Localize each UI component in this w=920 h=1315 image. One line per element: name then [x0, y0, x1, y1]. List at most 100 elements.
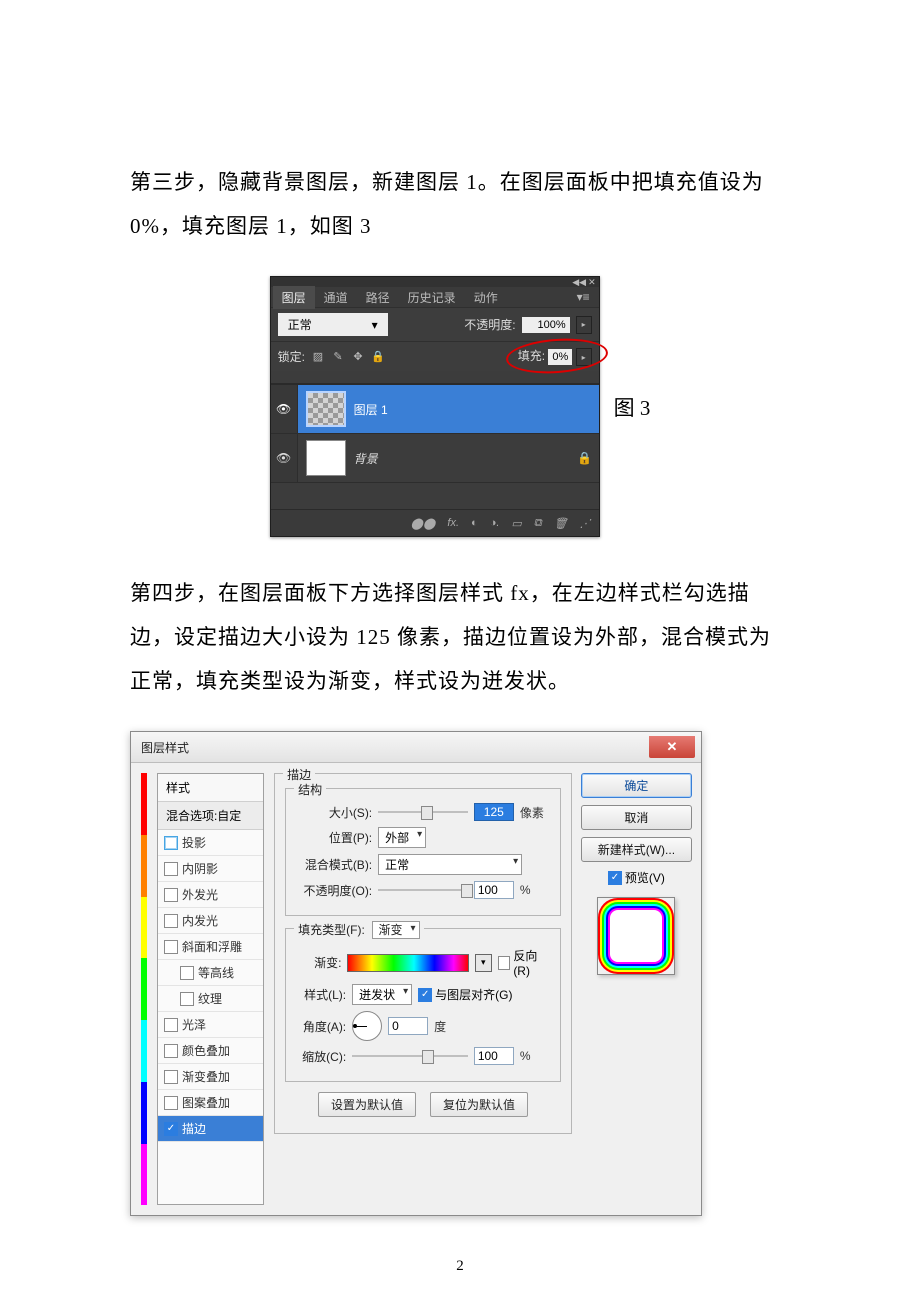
position-select[interactable]: 外部: [378, 827, 426, 848]
dialog-title: 图层样式: [141, 739, 189, 756]
group-icon[interactable]: ▭: [511, 517, 521, 530]
style-item-inner-shadow[interactable]: ✓内阴影: [158, 856, 263, 882]
ok-button[interactable]: 确定: [581, 773, 692, 798]
size-label: 大小(S):: [296, 804, 372, 821]
lock-move-icon[interactable]: ✥: [351, 350, 365, 363]
scale-label: 缩放(C):: [296, 1048, 346, 1065]
filltype-select[interactable]: 渐变: [372, 921, 420, 939]
style-select[interactable]: 迸发状: [352, 984, 412, 1005]
cancel-button[interactable]: 取消: [581, 805, 692, 830]
layer-thumb[interactable]: [306, 391, 346, 427]
preview-checkbox[interactable]: ✓预览(V): [608, 869, 665, 886]
layer-name[interactable]: 图层 1: [354, 401, 599, 418]
rainbow-edge: [141, 773, 147, 1205]
mask-icon[interactable]: ◐: [471, 517, 478, 529]
style-item-stroke[interactable]: ✓描边: [158, 1116, 263, 1142]
fill-arrow-icon[interactable]: ▸: [576, 348, 592, 366]
layer-thumb[interactable]: [306, 440, 346, 476]
fill-label: 填充:: [518, 349, 545, 363]
angle-input[interactable]: 0: [388, 1017, 428, 1035]
scale-field: 缩放(C): 100 %: [296, 1047, 550, 1065]
new-layer-icon[interactable]: ⧉: [534, 517, 542, 530]
blendmode-field: 混合模式(B): 正常: [296, 854, 550, 875]
layer-row-layer1[interactable]: 👁 图层 1: [271, 385, 599, 434]
scale-input[interactable]: 100: [474, 1047, 514, 1065]
set-default-button[interactable]: 设置为默认值: [318, 1092, 416, 1117]
position-label: 位置(P):: [296, 829, 372, 846]
visibility-eye-icon[interactable]: 👁: [276, 402, 291, 416]
opacity-arrow-icon[interactable]: ▸: [576, 316, 592, 334]
tab-paths[interactable]: 路径: [357, 286, 399, 309]
tab-channels[interactable]: 通道: [315, 286, 357, 309]
trash-icon[interactable]: 🗑: [554, 517, 568, 530]
angle-dial[interactable]: [352, 1011, 382, 1041]
reset-default-button[interactable]: 复位为默认值: [430, 1092, 528, 1117]
page-number: 2: [130, 1258, 790, 1275]
style-field: 样式(L): 迸发状 ✓与图层对齐(G): [296, 984, 550, 1005]
fill-highlight: 填充: 0% ▸: [518, 347, 592, 366]
layer-row-background[interactable]: 👁 背景 🔒: [271, 434, 599, 483]
fill-type-group: 填充类型(F): 渐变 渐变: ▾ ✓反向(R): [285, 928, 561, 1082]
stroke-structure-group: 描边 结构 大小(S): 125 像素 位置(P): 外部: [274, 773, 572, 1134]
opacity-input[interactable]: 100: [474, 881, 514, 899]
dialog-right-column: 确定 取消 新建样式(W)... ✓预览(V): [582, 773, 691, 975]
tab-layers[interactable]: 图层: [273, 286, 315, 309]
lock-fill-row: 锁定: ▨ ✎ ✥ 🔒 填充: 0% ▸: [271, 341, 599, 371]
size-unit: 像素: [520, 804, 550, 821]
style-preview: [597, 897, 675, 975]
style-item-texture[interactable]: ✓纹理: [158, 986, 263, 1012]
figure-layerstyle-wrap: 图层样式 ✕ 样式 混合选项:自定 ✓投影 ✓内阴影 ✓外发光 ✓内发光 ✓斜面…: [130, 731, 790, 1216]
style-item-outer-glow[interactable]: ✓外发光: [158, 882, 263, 908]
lock-transparency-icon[interactable]: ▨: [311, 350, 325, 363]
collapse-icon[interactable]: ◀◀: [572, 277, 586, 288]
opacity-value[interactable]: 100%: [522, 317, 570, 333]
gradient-field: 渐变: ▾ ✓反向(R): [296, 947, 550, 978]
blendmode-select[interactable]: 正常: [378, 854, 522, 875]
panel-menu-icon[interactable]: ▾≡: [568, 287, 599, 307]
lock-paint-icon[interactable]: ✎: [331, 350, 345, 363]
angle-unit: 度: [434, 1018, 464, 1035]
visibility-eye-icon[interactable]: 👁: [276, 451, 291, 465]
angle-field: 角度(A): 0 度: [296, 1011, 550, 1041]
style-item-contour[interactable]: ✓等高线: [158, 960, 263, 986]
lock-icons[interactable]: ▨ ✎ ✥ 🔒: [311, 350, 385, 363]
opacity-unit: %: [520, 883, 550, 897]
style-item-bevel[interactable]: ✓斜面和浮雕: [158, 934, 263, 960]
gradient-dropdown-icon[interactable]: ▾: [475, 954, 492, 972]
layers-panel: ◀◀ ✕ 图层 通道 路径 历史记录 动作 ▾≡ 正常▾ 不透明度: 100% …: [270, 276, 600, 537]
gradient-swatch[interactable]: [347, 954, 469, 972]
align-checkbox[interactable]: ✓与图层对齐(G): [418, 986, 512, 1003]
panel-status-bar: ⬤⬤ fx. ◐ ◑. ▭ ⧉ 🗑 ⋰: [271, 509, 599, 536]
new-style-button[interactable]: 新建样式(W)...: [581, 837, 692, 862]
panel-tabs: 图层 通道 路径 历史记录 动作 ▾≡: [271, 287, 599, 307]
style-item-drop-shadow[interactable]: ✓投影: [158, 830, 263, 856]
style-item-color-overlay[interactable]: ✓颜色叠加: [158, 1038, 263, 1064]
adjust-icon[interactable]: ◑.: [490, 517, 500, 529]
tab-actions[interactable]: 动作: [465, 286, 507, 309]
style-item-inner-glow[interactable]: ✓内发光: [158, 908, 263, 934]
style-item-pattern-overlay[interactable]: ✓图案叠加: [158, 1090, 263, 1116]
blend-mode-select[interactable]: 正常▾: [278, 313, 388, 336]
close-button[interactable]: ✕: [649, 736, 695, 758]
lock-label: 锁定:: [278, 348, 305, 365]
figure-3-row: ◀◀ ✕ 图层 通道 路径 历史记录 动作 ▾≡ 正常▾ 不透明度: 100% …: [130, 276, 790, 537]
blend-options-head[interactable]: 混合选项:自定: [158, 802, 263, 830]
tab-history[interactable]: 历史记录: [399, 286, 465, 309]
link-layers-icon[interactable]: ⬤⬤: [411, 517, 436, 530]
blendmode-label: 混合模式(B):: [296, 856, 372, 873]
lock-all-icon[interactable]: 🔒: [371, 350, 385, 363]
size-slider[interactable]: [378, 811, 468, 813]
close-icon[interactable]: ✕: [588, 277, 596, 288]
reverse-checkbox[interactable]: ✓反向(R): [498, 947, 550, 978]
styles-head[interactable]: 样式: [158, 774, 263, 802]
fill-value[interactable]: 0%: [548, 349, 572, 365]
style-item-satin[interactable]: ✓光泽: [158, 1012, 263, 1038]
size-input[interactable]: 125: [474, 803, 514, 821]
resize-grip-icon[interactable]: ⋰: [580, 517, 591, 530]
fx-icon[interactable]: fx.: [447, 517, 459, 529]
defaults-row: 设置为默认值 复位为默认值: [285, 1092, 561, 1117]
layer-name[interactable]: 背景: [354, 450, 571, 467]
style-item-gradient-overlay[interactable]: ✓渐变叠加: [158, 1064, 263, 1090]
scale-slider[interactable]: [352, 1055, 468, 1057]
opacity-slider[interactable]: [378, 889, 468, 891]
